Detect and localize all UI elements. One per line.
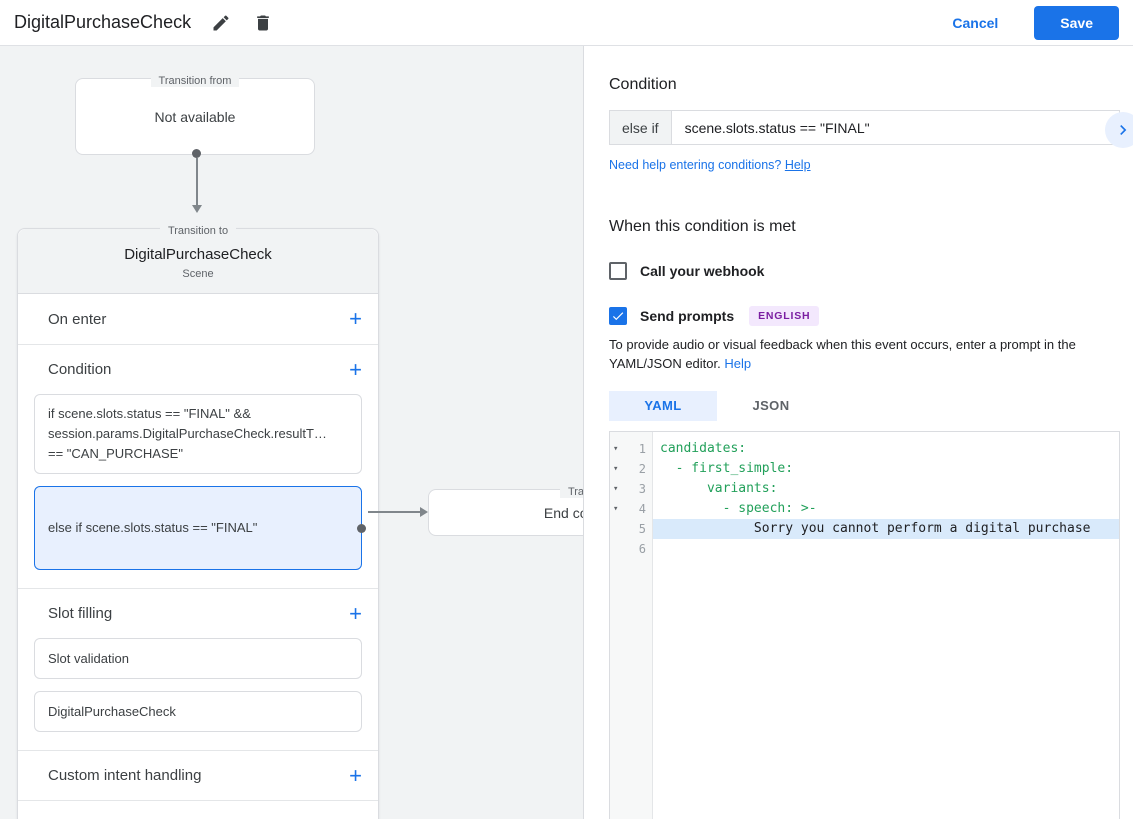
prompts-help-link[interactable]: Help (724, 356, 751, 371)
save-button[interactable]: Save (1034, 5, 1119, 40)
webhook-checkbox[interactable] (609, 262, 627, 280)
collapse-panel-icon[interactable] (1105, 112, 1133, 148)
add-condition-icon[interactable]: + (349, 358, 362, 381)
add-on-enter-icon[interactable]: + (349, 308, 362, 330)
fold-arrow-icon[interactable]: ▾ (613, 479, 618, 499)
fold-arrow-icon[interactable]: ▾ (613, 439, 618, 459)
call-webhook-row[interactable]: Call your webhook (609, 262, 1120, 280)
end-conversation-node[interactable]: Transition to End conversation (428, 486, 583, 536)
editor-tabs: YAML JSON (609, 390, 1120, 421)
when-condition-met-heading: When this condition is met (609, 218, 796, 235)
condition-expression-group: else if (609, 110, 1120, 145)
arrowhead-down-icon (192, 205, 202, 213)
scene-graph-canvas: Transition from Not available Transition… (0, 46, 583, 819)
editor-line-highlighted: 5 Sorry you cannot perform a digital pur… (610, 518, 1119, 539)
connector-line (196, 158, 198, 205)
transition-to-label: Transition to (18, 221, 378, 239)
connector-dot (357, 524, 366, 533)
send-prompts-row[interactable]: Send prompts ENGLISH (609, 306, 1120, 326)
add-custom-intent-icon[interactable]: + (349, 764, 362, 787)
editor-line: ▾ 1 candidates: (610, 439, 1119, 459)
delete-icon[interactable] (251, 11, 275, 35)
editor-line: ▾ 3 variants: (610, 479, 1119, 499)
webhook-label: Call your webhook (640, 263, 765, 279)
panel-title: Condition (609, 76, 677, 93)
scene-card[interactable]: Transition to DigitalPurchaseCheck Scene… (17, 225, 379, 819)
editor-line: ▾ 2 - first_simple: (610, 459, 1119, 479)
yaml-editor[interactable]: ▾ 1 candidates: ▾ 2 - first_simple: ▾ 3 var… (609, 430, 1120, 819)
transition-from-label: Transition from (76, 71, 314, 89)
code-text: variants: (660, 480, 778, 496)
editor-line: ▾ 4 - speech: >- (610, 499, 1119, 519)
send-prompts-checkbox[interactable] (609, 307, 627, 325)
connector-dot (192, 149, 201, 158)
condition-item-selected[interactable]: else if scene.slots.status == "FINAL" (34, 486, 366, 570)
condition-item[interactable]: if scene.slots.status == "FINAL" && sess… (34, 394, 362, 474)
tab-json[interactable]: JSON (717, 391, 825, 421)
condition-prefix-label: else if (610, 111, 672, 144)
conditions-help-line: Need help entering conditions? Help (609, 158, 811, 172)
transition-from-value: Not available (154, 108, 236, 125)
edit-icon[interactable] (209, 11, 233, 35)
language-badge: ENGLISH (749, 306, 820, 326)
add-system-intent-icon[interactable]: + (349, 814, 362, 819)
section-slot-filling: Slot filling + (18, 588, 378, 638)
fold-arrow-icon[interactable]: ▾ (613, 499, 618, 519)
tab-yaml[interactable]: YAML (609, 390, 717, 421)
send-prompts-label: Send prompts (640, 308, 735, 324)
transition-from-node[interactable]: Transition from Not available (75, 75, 315, 155)
code-text: Sorry you cannot perform a digital purch… (653, 518, 1119, 539)
line-number: 5 (638, 521, 646, 536)
slot-item[interactable]: Slot validation (34, 638, 362, 679)
section-system-intent: System intent handling + (18, 800, 378, 819)
editor-line: 6 (610, 539, 1119, 559)
section-condition: Condition + (18, 344, 378, 394)
cancel-button[interactable]: Cancel (952, 15, 998, 31)
code-text: - speech: >- (660, 500, 817, 516)
connector-line (368, 511, 420, 513)
scene-type: Scene (182, 268, 214, 280)
prompts-description: To provide audio or visual feedback when… (609, 337, 1076, 371)
condition-expression-input[interactable] (671, 111, 1119, 144)
add-slot-icon[interactable]: + (349, 602, 362, 625)
code-text: candidates: (660, 440, 747, 456)
top-bar: DigitalPurchaseCheck Cancel Save (0, 0, 1133, 46)
conditions-help-link[interactable]: Help (785, 158, 811, 172)
fold-arrow-icon[interactable]: ▾ (613, 459, 618, 479)
code-text: - first_simple: (660, 460, 794, 476)
condition-detail-panel: Condition else if Need help entering con… (583, 46, 1133, 819)
end-node-label: Transition to (429, 482, 583, 500)
section-custom-intent: Custom intent handling + (18, 750, 378, 800)
line-number: 6 (638, 541, 646, 556)
page-title: DigitalPurchaseCheck (14, 12, 192, 32)
slot-item[interactable]: DigitalPurchaseCheck (34, 691, 362, 732)
arrowhead-right-icon (420, 507, 428, 517)
section-on-enter: On enter + (48, 306, 362, 331)
scene-name: DigitalPurchaseCheck (124, 246, 272, 263)
